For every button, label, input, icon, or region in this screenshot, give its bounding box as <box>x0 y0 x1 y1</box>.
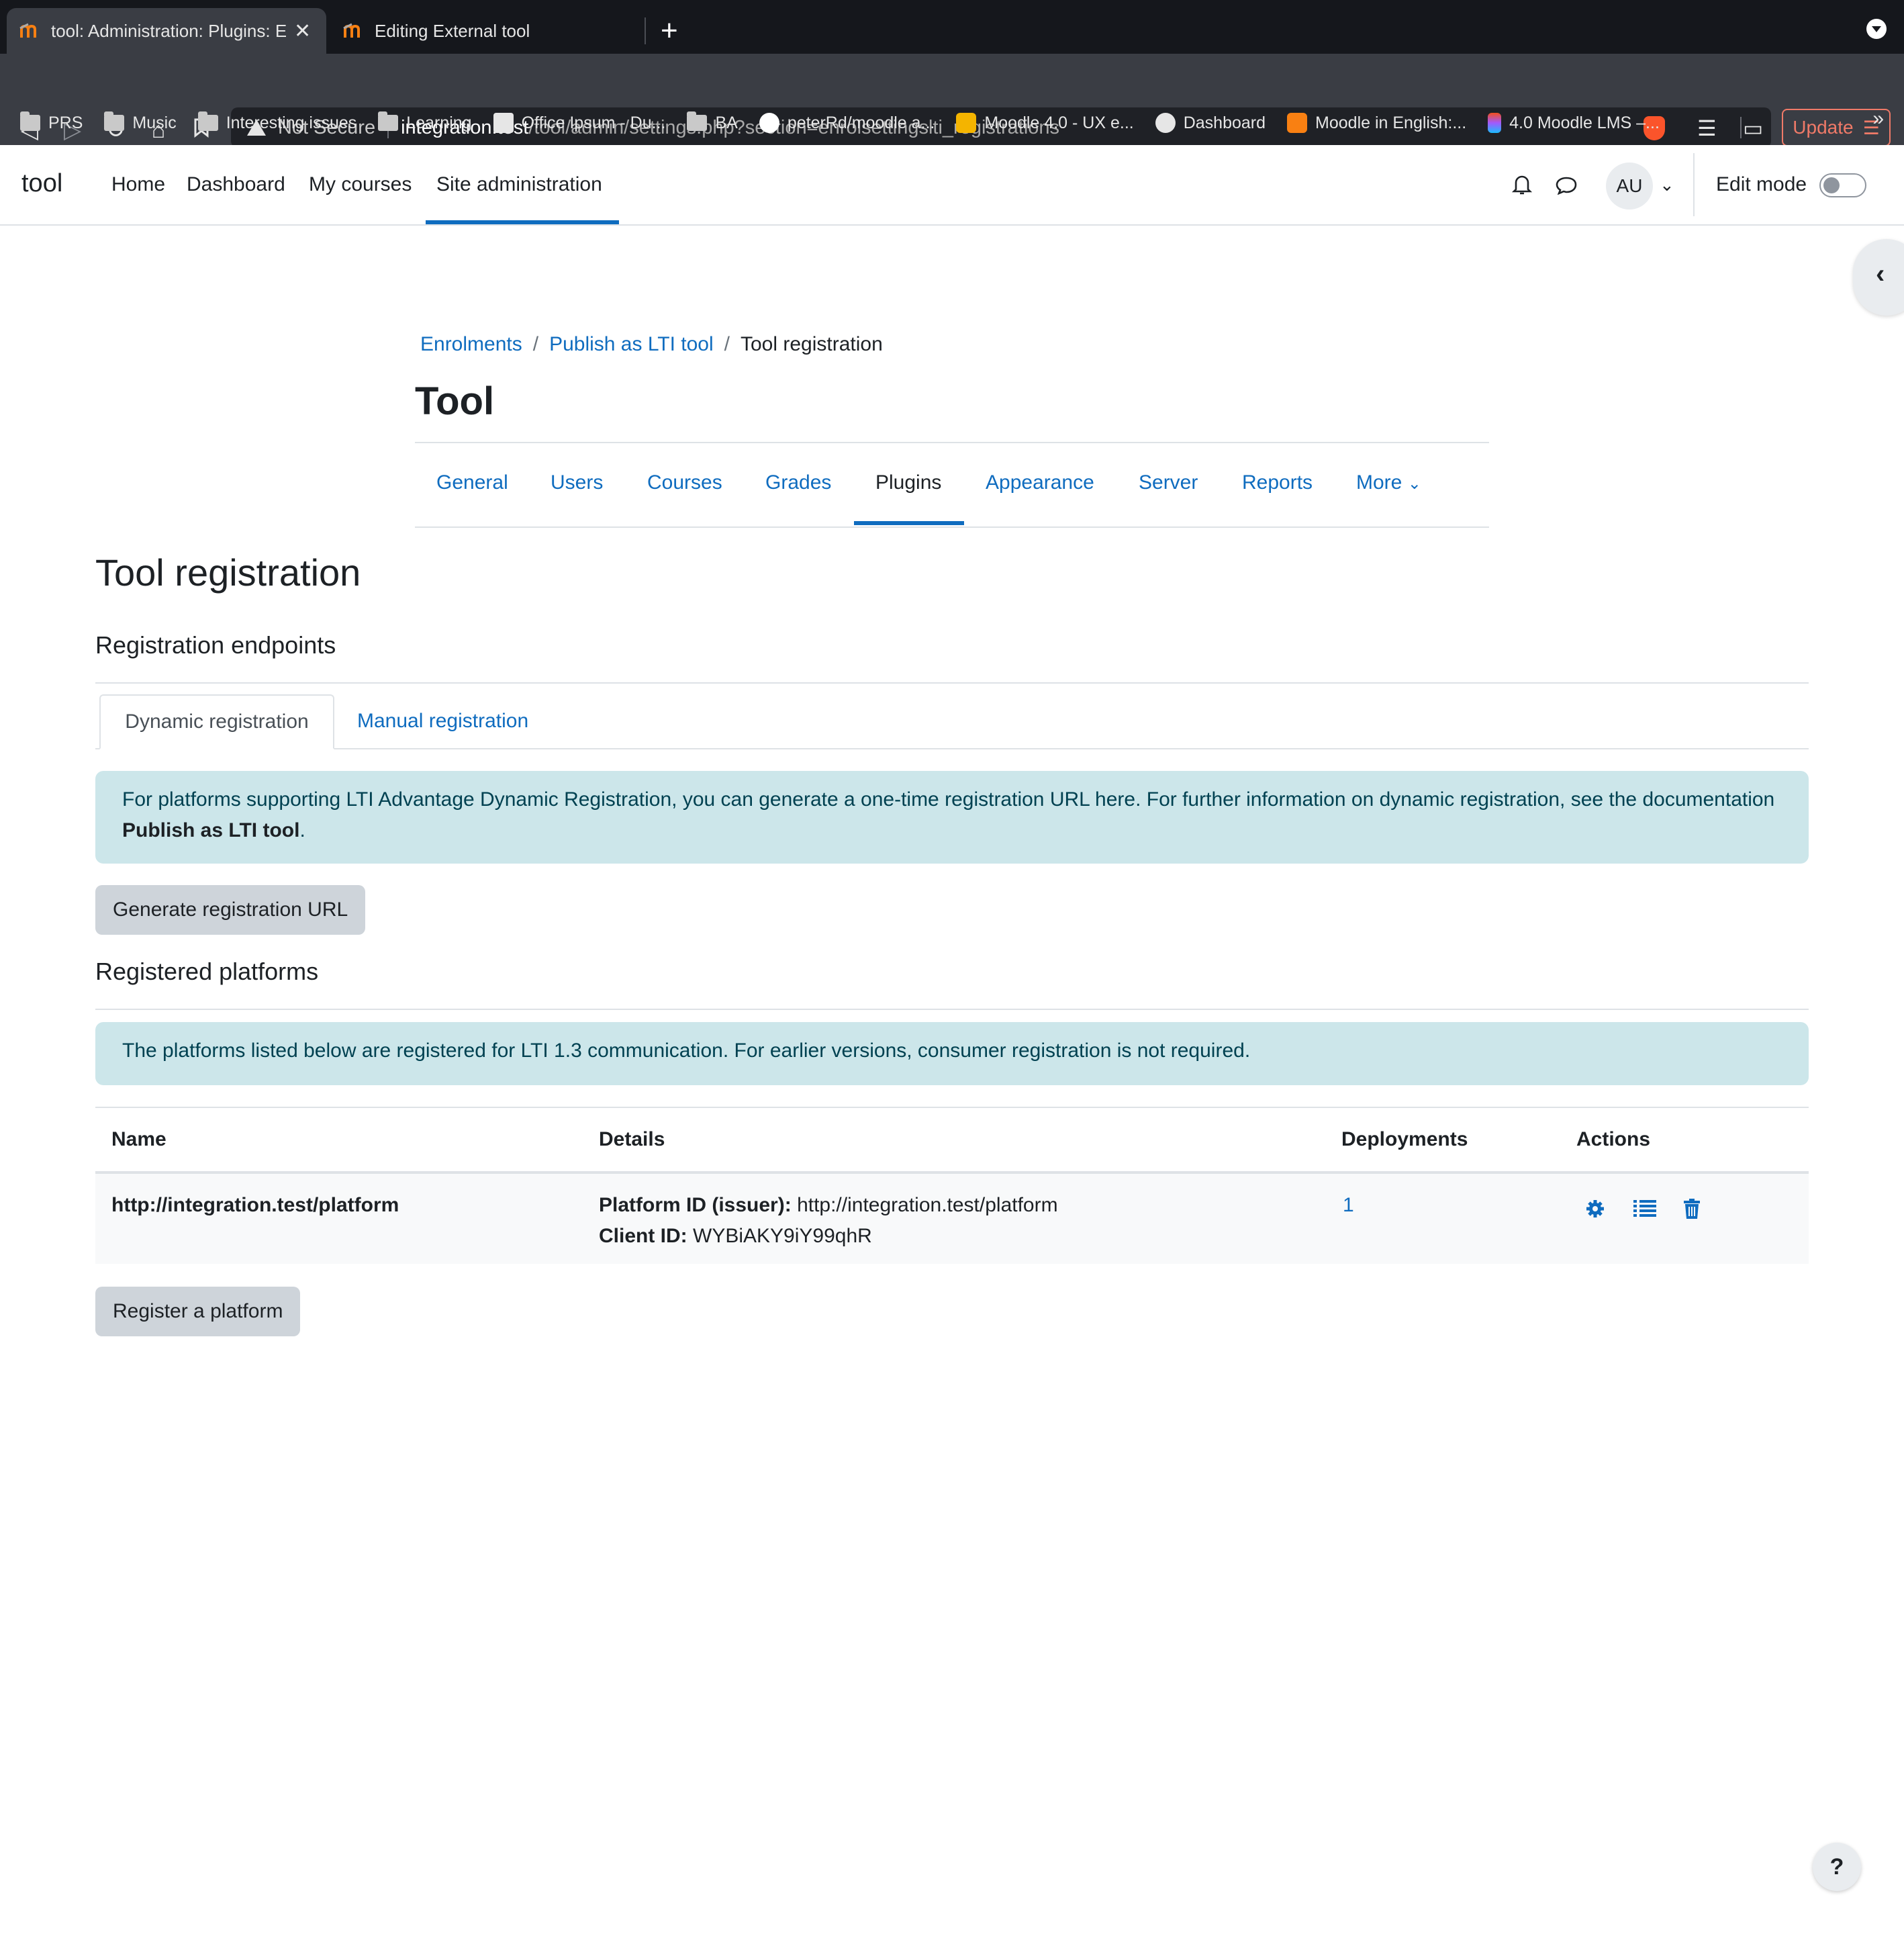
bookmark-item[interactable]: Learning <box>378 111 472 133</box>
globe-icon <box>1155 113 1176 133</box>
nav-active-indicator <box>426 220 619 224</box>
breadcrumb-separator: / <box>724 333 730 355</box>
registration-tabs: Dynamic registration Manual registration <box>95 694 1809 749</box>
help-button[interactable]: ? <box>1813 1843 1861 1891</box>
docs-link[interactable]: Publish as LTI tool <box>122 819 299 841</box>
nav-site-administration[interactable]: Site administration <box>436 173 602 196</box>
bookmark-item[interactable]: PRS <box>20 111 83 133</box>
slides-icon <box>956 113 977 133</box>
folder-icon <box>20 111 40 131</box>
new-tab-plus-icon[interactable]: + <box>661 12 678 50</box>
bookmark-item[interactable]: Moodle in English:... <box>1287 113 1466 133</box>
page-title: Tool <box>415 379 495 423</box>
office-icon <box>493 113 514 133</box>
bookmark-item[interactable]: Interesting issues <box>197 111 356 133</box>
chevron-down-icon[interactable]: ⌄ <box>1660 175 1674 195</box>
tab-appearance[interactable]: Appearance <box>986 471 1094 494</box>
folder-icon <box>687 111 708 131</box>
figma-icon <box>1488 113 1502 133</box>
deployments-link[interactable]: 1 <box>1343 1190 1354 1221</box>
tab-users[interactable]: Users <box>551 471 603 494</box>
edit-mode-label: Edit mode <box>1716 173 1807 195</box>
breadcrumb-enrolments[interactable]: Enrolments <box>420 333 522 356</box>
divider <box>95 682 1809 684</box>
bookmarks-bar: PRS Music Interesting issues Learning Of… <box>0 102 1904 144</box>
bookmark-item[interactable]: Dashboard <box>1155 113 1266 133</box>
tab-manual-registration[interactable]: Manual registration <box>357 694 528 748</box>
tab-grades[interactable]: Grades <box>765 471 831 494</box>
site-brand[interactable]: tool <box>21 169 62 198</box>
primary-navigation: tool Home Dashboard My courses Site admi… <box>0 145 1904 226</box>
tab-search-chevron-icon[interactable] <box>1866 19 1887 39</box>
bookmark-item[interactable]: Office Ipsum - Du... <box>493 113 665 133</box>
platforms-info: The platforms listed below are registere… <box>95 1022 1809 1085</box>
client-id: WYBiAKY9iY99qhR <box>693 1225 872 1247</box>
more-bookmarks-icon[interactable]: » <box>1872 107 1884 130</box>
moodle-favicon-icon <box>19 21 42 40</box>
tab-more[interactable]: More ⌄ <box>1356 471 1421 494</box>
column-actions: Actions <box>1576 1128 1651 1150</box>
platform-id: http://integration.test/platform <box>797 1194 1058 1216</box>
folder-icon <box>104 111 125 131</box>
column-deployments: Deployments <box>1341 1128 1468 1150</box>
chevron-down-icon: ⌄ <box>1407 475 1421 493</box>
section-heading: Tool registration <box>95 551 361 594</box>
close-tab-icon[interactable]: ✕ <box>294 19 311 43</box>
tab-general[interactable]: General <box>436 471 508 494</box>
tab-plugins[interactable]: Plugins <box>875 471 941 494</box>
generate-registration-url-button[interactable]: Generate registration URL <box>95 885 366 935</box>
table-row: http://integration.test/platform Platfor… <box>95 1174 1809 1264</box>
dynamic-registration-info: For platforms supporting LTI Advantage D… <box>95 771 1809 864</box>
platform-name: http://integration.test/platform <box>111 1194 399 1216</box>
bookmark-item[interactable]: Moodle 4.0 - UX e... <box>956 113 1134 133</box>
browser-tab-title: Editing External tool <box>375 20 530 41</box>
breadcrumb-publish-lti[interactable]: Publish as LTI tool <box>549 333 714 356</box>
open-drawer-button[interactable]: ‹ <box>1853 239 1904 316</box>
browser-tab-title: tool: Administration: Plugins: Enrolment… <box>51 20 286 41</box>
platform-details: Platform ID (issuer): http://integration… <box>599 1194 1058 1247</box>
edit-mode-toggle[interactable] <box>1819 173 1866 197</box>
list-icon[interactable] <box>1633 1198 1657 1222</box>
browser-tab-inactive[interactable]: Editing External tool <box>330 8 646 54</box>
platforms-table: Name Details Deployments Actions http://… <box>95 1107 1809 1264</box>
bookmark-item[interactable]: peterRd/moodle a... <box>759 113 935 133</box>
nav-home[interactable]: Home <box>111 173 165 196</box>
divider <box>95 1009 1809 1010</box>
tab-server[interactable]: Server <box>1139 471 1198 494</box>
breadcrumb-current: Tool registration <box>741 333 883 355</box>
browser-toolbar: ◁ ▷ ↻ ⌂ Not Secure integration.test /too… <box>0 54 1904 150</box>
github-icon <box>759 113 779 133</box>
nav-dashboard[interactable]: Dashboard <box>187 173 285 196</box>
chat-bubble-icon[interactable] <box>1555 176 1578 195</box>
trash-icon[interactable] <box>1682 1198 1707 1222</box>
nav-divider <box>1693 153 1695 216</box>
bookmark-item[interactable]: Music <box>104 111 177 133</box>
table-header: Name Details Deployments Actions <box>95 1107 1809 1174</box>
tab-dynamic-registration[interactable]: Dynamic registration <box>99 694 334 749</box>
browser-tab-bar: tool: Administration: Plugins: Enrolment… <box>0 0 1904 54</box>
column-name: Name <box>111 1128 166 1150</box>
moodle-icon <box>1287 113 1308 133</box>
gear-icon[interactable] <box>1584 1198 1609 1222</box>
breadcrumb-separator: / <box>532 333 539 355</box>
secondary-navigation: General Users Courses Grades Plugins App… <box>415 442 1489 528</box>
platforms-heading: Registered platforms <box>95 958 319 985</box>
tab-reports[interactable]: Reports <box>1242 471 1313 494</box>
folder-icon <box>378 111 399 131</box>
moodle-favicon-icon <box>342 21 365 40</box>
browser-tab-active[interactable]: tool: Administration: Plugins: Enrolment… <box>7 8 326 54</box>
bookmark-item[interactable]: BA <box>687 111 738 133</box>
avatar[interactable]: AU <box>1606 163 1653 210</box>
column-details: Details <box>599 1128 665 1150</box>
secondary-nav-active-indicator <box>854 521 964 525</box>
bookmark-item[interactable]: 4.0 Moodle LMS –... <box>1488 113 1660 133</box>
register-platform-button[interactable]: Register a platform <box>95 1287 301 1336</box>
endpoints-heading: Registration endpoints <box>95 631 336 659</box>
chevron-left-icon: ‹ <box>1876 259 1885 289</box>
tab-courses[interactable]: Courses <box>647 471 722 494</box>
breadcrumb: Enrolments / Publish as LTI tool / Tool … <box>420 333 883 356</box>
bell-icon[interactable] <box>1511 173 1533 196</box>
folder-icon <box>197 111 218 131</box>
nav-my-courses[interactable]: My courses <box>309 173 412 196</box>
